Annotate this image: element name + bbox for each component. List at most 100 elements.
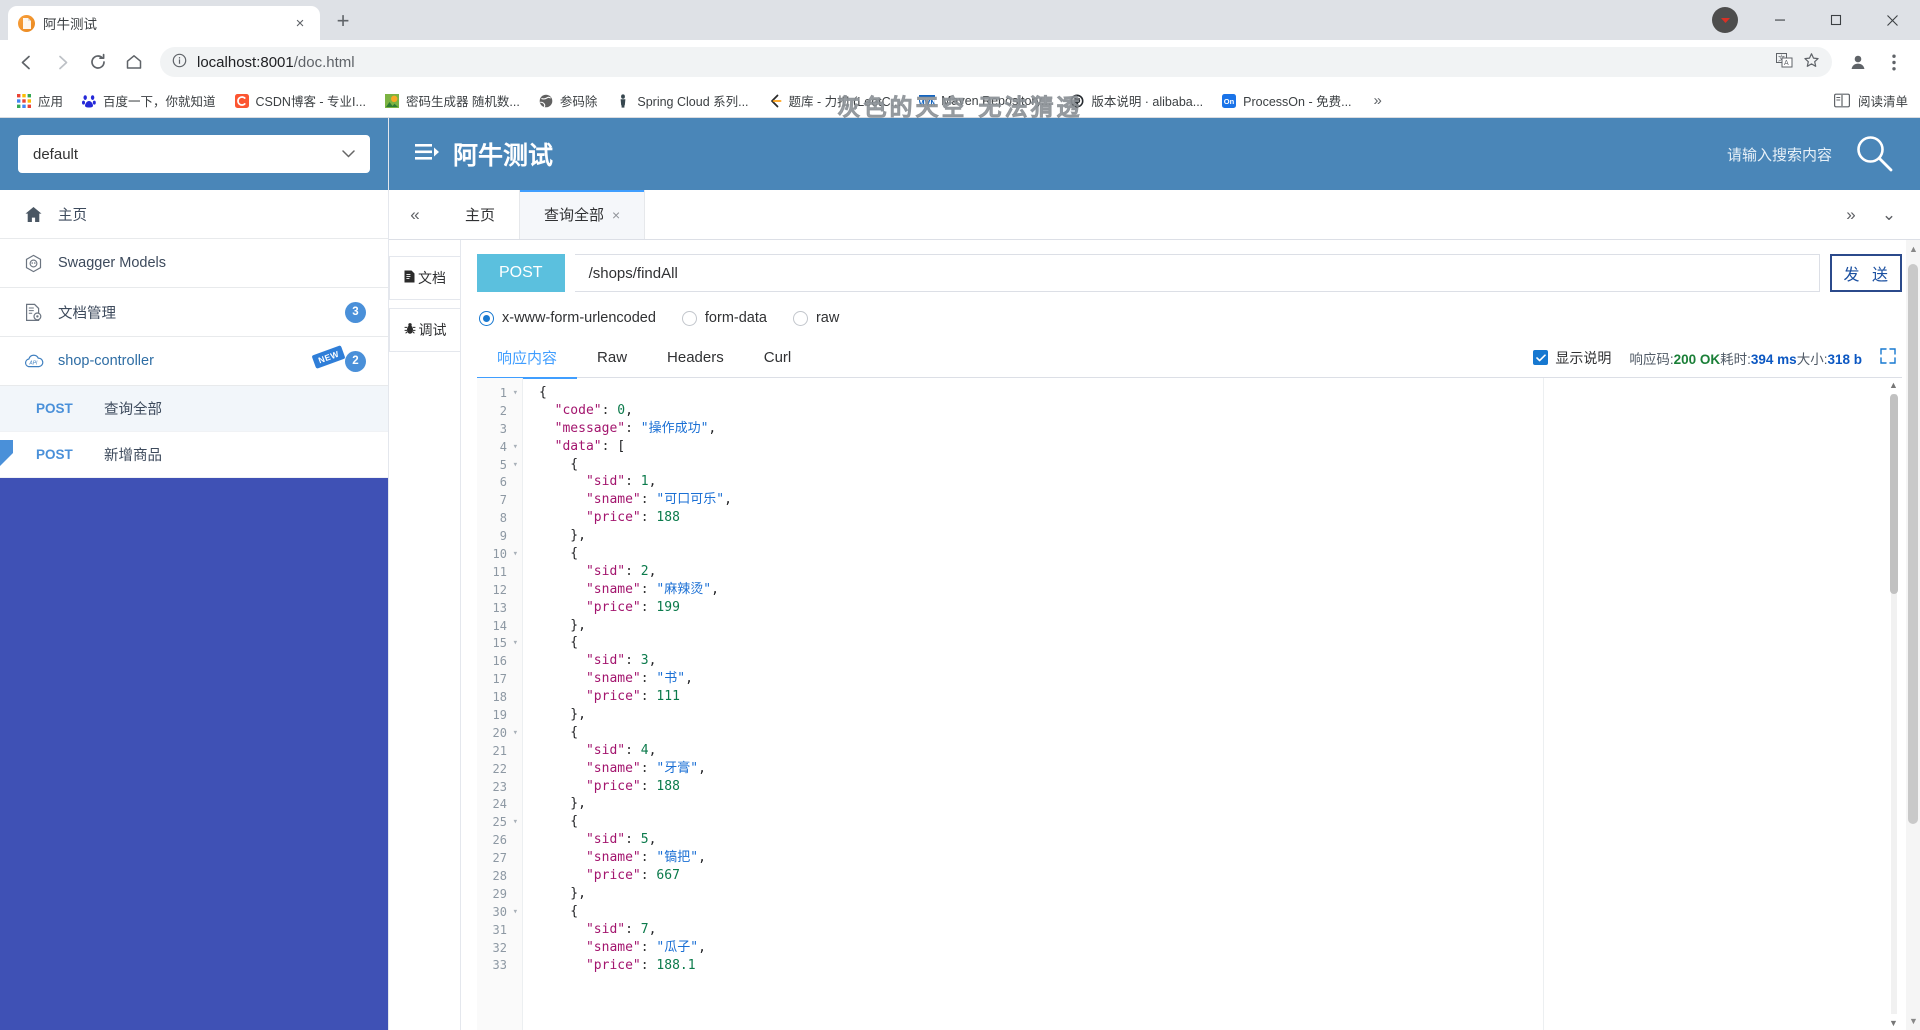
star-icon[interactable] [1803, 52, 1820, 72]
sidebar-item-label: Swagger Models [58, 255, 166, 271]
response-tab-raw[interactable]: Raw [577, 338, 647, 378]
fold-toggle-icon[interactable]: ▾ [510, 442, 518, 452]
response-tab-headers[interactable]: Headers [647, 338, 744, 378]
scroll-down-icon[interactable]: ▼ [1889, 1018, 1898, 1028]
response-tab-curl[interactable]: Curl [744, 338, 812, 378]
request-url-input[interactable]: /shops/findAll [574, 254, 1820, 292]
reading-list-label[interactable]: 阅读清单 [1858, 91, 1908, 110]
browser-tab[interactable]: 阿牛测试 × [8, 6, 320, 40]
json-code-area[interactable]: { "code": 0, "message": "操作成功", "data": … [523, 378, 1902, 1030]
translate-icon[interactable]: 文A [1776, 53, 1793, 71]
profile-icon[interactable] [1842, 46, 1874, 78]
svg-text:A: A [1784, 60, 1789, 67]
bookmark-apps[interactable]: 应用 [8, 87, 71, 114]
kebab-menu-icon[interactable] [1878, 46, 1910, 78]
url-host: localhost:8001 [197, 53, 294, 71]
info-icon[interactable] [172, 53, 187, 71]
page-scroll-up-icon[interactable]: ▲ [1909, 244, 1918, 254]
sidebar-item-swagger-models[interactable]: Swagger Models [0, 239, 388, 288]
reload-icon[interactable] [82, 46, 114, 78]
minimize-button[interactable] [1752, 0, 1808, 40]
tab-home[interactable]: 主页 [441, 190, 521, 239]
vertical-tab-doc[interactable]: 文档 [389, 256, 460, 300]
response-tab-label: Curl [763, 349, 792, 366]
page-scroll-down-icon[interactable]: ▼ [1909, 1016, 1918, 1026]
forward-icon[interactable] [46, 46, 78, 78]
json-scrollbar[interactable]: ▲ ▼ [1888, 378, 1900, 1030]
tabs-dropdown-icon[interactable]: ⌄ [1872, 198, 1906, 232]
line-number: 20 ▾ [477, 724, 522, 742]
tab-label: 主页 [465, 207, 496, 224]
tab-strip: 阿牛测试 × + [0, 0, 1920, 40]
vertical-tab-label: 文档 [418, 270, 446, 286]
bookmarks-bar: 应用 百度一下，你就知道 CSDN博客 - 专业I... 密码生成器 随机数..… [0, 84, 1920, 118]
json-line: "sname": "麻辣烫", [585, 581, 719, 597]
send-button[interactable]: 发 送 [1829, 254, 1902, 292]
search-icon[interactable] [1854, 133, 1894, 176]
main-panel: 阿牛测试 请输入搜索内容 « 主页 查询全部 × » ⌄ 文档 调试 POST … [389, 118, 1920, 1030]
response-tab-content[interactable]: 响应内容 [477, 338, 578, 379]
line-number-value: 31 [492, 922, 507, 937]
new-tab-button[interactable]: + [326, 4, 360, 38]
bookmarks-overflow-button[interactable]: » [1366, 88, 1390, 113]
collapse-sidebar-button[interactable]: « [389, 190, 441, 239]
expand-icon[interactable] [1880, 347, 1896, 368]
show-description-checkbox[interactable]: 显示说明 [1533, 348, 1611, 368]
browser-toolbar: localhost:8001/doc.html 文A 灰色的天空 无法猜透 [0, 40, 1920, 121]
fold-toggle-icon[interactable]: ▾ [510, 907, 518, 917]
fold-toggle-icon[interactable]: ▾ [510, 549, 518, 559]
hamburger-menu-icon[interactable] [415, 140, 439, 169]
home-icon[interactable] [118, 46, 150, 78]
back-icon[interactable] [10, 46, 42, 78]
maximize-button[interactable] [1808, 0, 1864, 40]
search-placeholder-label[interactable]: 请输入搜索内容 [1727, 144, 1832, 165]
line-number: 11 [477, 563, 522, 581]
bookmark-password-generator[interactable]: 密码生成器 随机数... [376, 87, 528, 114]
api-item-add-product[interactable]: POST 新增商品 [0, 432, 388, 478]
bookmark-leetcode[interactable]: 题库 - 力扣 (LeetC... [759, 87, 910, 114]
sidebar-item-shop-controller[interactable]: API shop-controller NEW 2 [0, 337, 388, 386]
close-icon[interactable]: × [612, 207, 620, 223]
radio-form-data[interactable]: form-data [681, 310, 767, 326]
page-scrollbar-thumb[interactable] [1908, 264, 1918, 824]
bookmark-canmachu[interactable]: 参码除 [530, 87, 606, 114]
response-tab-label: Raw [597, 349, 628, 366]
checkbox-label: 显示说明 [1555, 349, 1612, 366]
radio-indicator [792, 310, 808, 326]
time-prefix: 耗时: [1720, 351, 1751, 367]
fold-toggle-icon[interactable]: ▾ [510, 728, 518, 738]
line-number: 13 [477, 599, 522, 617]
bookmark-baidu[interactable]: 百度一下，你就知道 [73, 87, 224, 114]
sidebar-header: default [0, 118, 388, 190]
sidebar-item-label: 主页 [58, 207, 87, 224]
page-scrollbar[interactable]: ▲ ▼ [1906, 240, 1920, 1030]
close-window-button[interactable] [1864, 0, 1920, 40]
api-item-find-all[interactable]: POST 查询全部 [0, 386, 388, 432]
fold-toggle-icon[interactable]: ▾ [510, 460, 518, 470]
close-icon[interactable]: × [290, 13, 310, 33]
tabs-next-icon[interactable]: » [1834, 198, 1868, 232]
fold-toggle-icon[interactable]: ▾ [510, 388, 518, 398]
address-bar[interactable]: localhost:8001/doc.html 文A [160, 47, 1832, 77]
bookmark-csdn[interactable]: CSDN博客 - 专业I... [226, 87, 374, 114]
new-badge: NEW [311, 345, 346, 369]
bookmark-spring-cloud[interactable]: Spring Cloud 系列... [607, 87, 756, 114]
scroll-up-icon[interactable]: ▲ [1889, 380, 1898, 390]
extension-badge-icon[interactable] [1712, 7, 1738, 33]
radio-x-www-form-urlencoded[interactable]: x-www-form-urlencoded [479, 310, 656, 326]
radio-raw[interactable]: raw [792, 310, 839, 326]
bookmark-processon[interactable]: On ProcessOn - 免费... [1213, 87, 1359, 114]
line-number-value: 9 [499, 529, 507, 544]
scrollbar-thumb[interactable] [1890, 394, 1898, 594]
environment-select-value: default [33, 145, 79, 163]
bookmark-maven-repository[interactable]: MVN Maven Repository... [911, 89, 1059, 113]
sidebar-item-document-management[interactable]: 文档管理 3 [0, 288, 388, 337]
tab-find-all[interactable]: 查询全部 × [520, 190, 646, 239]
vertical-tab-debug[interactable]: 调试 [389, 308, 460, 352]
fold-toggle-icon[interactable]: ▾ [510, 638, 518, 648]
environment-select[interactable]: default [18, 135, 370, 173]
fold-toggle-icon[interactable]: ▾ [510, 817, 518, 827]
json-line: "price": 188 [585, 778, 680, 794]
bookmark-alibaba-release-notes[interactable]: 版本说明 · alibaba... [1061, 87, 1211, 114]
sidebar-item-home[interactable]: 主页 [0, 190, 388, 239]
